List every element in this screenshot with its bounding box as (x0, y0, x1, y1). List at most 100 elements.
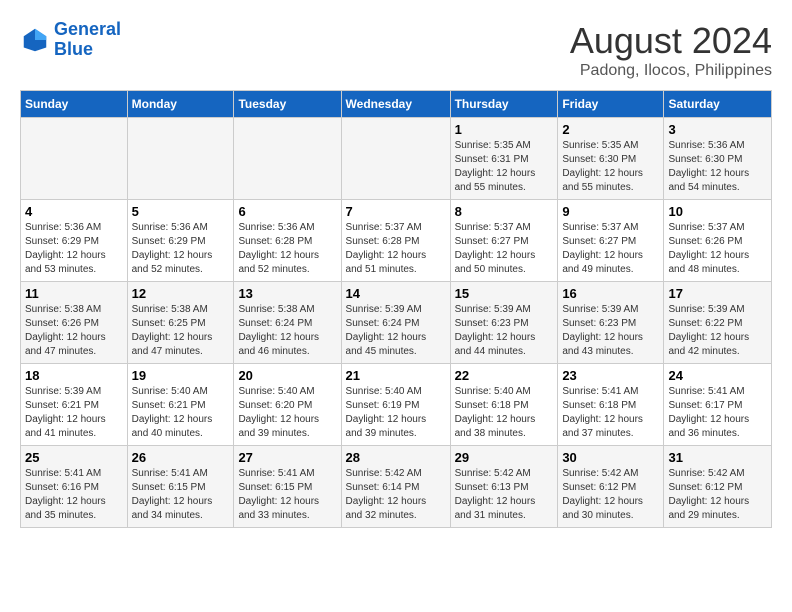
weekday-header: Saturday (664, 91, 772, 118)
calendar-day-cell: 21 Sunrise: 5:40 AM Sunset: 6:19 PM Dayli… (341, 364, 450, 446)
day-number: 25 (25, 450, 123, 465)
calendar-day-cell: 14Sunrise: 5:39 AM Sunset: 6:24 PM Dayli… (341, 282, 450, 364)
day-info: Sunrise: 5:37 AM Sunset: 6:27 PM Dayligh… (455, 221, 554, 277)
day-info: Sunrise: 5:42 AM Sunset: 6:12 PM Dayligh… (668, 467, 767, 523)
day-info: Sunrise: 5:40 AM Sunset: 6:20 PM Dayligh… (238, 385, 336, 441)
weekday-header: Monday (127, 91, 234, 118)
day-info: Sunrise: 5:35 AM Sunset: 6:30 PM Dayligh… (562, 139, 659, 195)
calendar-day-cell: 28 Sunrise: 5:42 AM Sunset: 6:14 PM Dayli… (341, 446, 450, 528)
day-info: Sunrise: 5:41 AM Sunset: 6:15 PM Dayligh… (238, 467, 336, 523)
day-number: 10 (668, 204, 767, 219)
calendar-day-cell: 10 Sunrise: 5:37 AM Sunset: 6:26 PM Dayli… (664, 200, 772, 282)
day-number: 1 (455, 122, 554, 137)
day-info: Sunrise: 5:41 AM Sunset: 6:15 PM Dayligh… (132, 467, 230, 523)
day-number: 12 (132, 286, 230, 301)
day-info: Sunrise: 5:37 AM Sunset: 6:26 PM Dayligh… (668, 221, 767, 277)
day-info: Sunrise: 5:42 AM Sunset: 6:12 PM Dayligh… (562, 467, 659, 523)
day-number: 18 (25, 368, 123, 383)
calendar-day-cell: 6Sunrise: 5:36 AM Sunset: 6:28 PM Daylig… (234, 200, 341, 282)
calendar-day-cell: 29Sunrise: 5:42 AM Sunset: 6:13 PM Dayli… (450, 446, 558, 528)
day-number: 8 (455, 204, 554, 219)
day-number: 26 (132, 450, 230, 465)
calendar-day-cell: 31Sunrise: 5:42 AM Sunset: 6:12 PM Dayli… (664, 446, 772, 528)
calendar-day-cell: 11 Sunrise: 5:38 AM Sunset: 6:26 PM Dayli… (21, 282, 128, 364)
calendar-day-cell: 27 Sunrise: 5:41 AM Sunset: 6:15 PM Dayli… (234, 446, 341, 528)
calendar-day-cell: 3 Sunrise: 5:36 AM Sunset: 6:30 PM Daylig… (664, 118, 772, 200)
calendar-day-cell: 13Sunrise: 5:38 AM Sunset: 6:24 PM Dayli… (234, 282, 341, 364)
day-number: 30 (562, 450, 659, 465)
calendar-day-cell (127, 118, 234, 200)
day-number: 13 (238, 286, 336, 301)
day-info: Sunrise: 5:40 AM Sunset: 6:21 PM Dayligh… (132, 385, 230, 441)
logo: General Blue (20, 20, 121, 60)
calendar-day-cell: 12 Sunrise: 5:38 AM Sunset: 6:25 PM Dayli… (127, 282, 234, 364)
page-title: August 2024 (570, 20, 772, 62)
day-number: 16 (562, 286, 659, 301)
day-info: Sunrise: 5:35 AM Sunset: 6:31 PM Dayligh… (455, 139, 554, 195)
day-info: Sunrise: 5:37 AM Sunset: 6:27 PM Dayligh… (562, 221, 659, 277)
calendar-table: SundayMondayTuesdayWednesdayThursdayFrid… (20, 90, 772, 528)
day-info: Sunrise: 5:37 AM Sunset: 6:28 PM Dayligh… (346, 221, 446, 277)
day-info: Sunrise: 5:41 AM Sunset: 6:17 PM Dayligh… (668, 385, 767, 441)
day-number: 3 (668, 122, 767, 137)
calendar-week-row: 4 Sunrise: 5:36 AM Sunset: 6:29 PM Daylig… (21, 200, 772, 282)
day-number: 23 (562, 368, 659, 383)
day-number: 7 (346, 204, 446, 219)
day-info: Sunrise: 5:36 AM Sunset: 6:29 PM Dayligh… (25, 221, 123, 277)
day-number: 17 (668, 286, 767, 301)
day-number: 4 (25, 204, 123, 219)
calendar-day-cell: 19 Sunrise: 5:40 AM Sunset: 6:21 PM Dayli… (127, 364, 234, 446)
day-number: 14 (346, 286, 446, 301)
calendar-day-cell: 5 Sunrise: 5:36 AM Sunset: 6:29 PM Daylig… (127, 200, 234, 282)
page-subtitle: Padong, Ilocos, Philippines (570, 62, 772, 80)
day-number: 20 (238, 368, 336, 383)
day-info: Sunrise: 5:36 AM Sunset: 6:30 PM Dayligh… (668, 139, 767, 195)
weekday-header-row: SundayMondayTuesdayWednesdayThursdayFrid… (21, 91, 772, 118)
calendar-day-cell: 25 Sunrise: 5:41 AM Sunset: 6:16 PM Dayli… (21, 446, 128, 528)
day-info: Sunrise: 5:39 AM Sunset: 6:23 PM Dayligh… (562, 303, 659, 359)
day-info: Sunrise: 5:39 AM Sunset: 6:23 PM Dayligh… (455, 303, 554, 359)
title-section: August 2024 Padong, Ilocos, Philippines (570, 20, 772, 80)
header: General Blue August 2024 Padong, Ilocos,… (20, 20, 772, 80)
day-number: 9 (562, 204, 659, 219)
calendar-day-cell: 2 Sunrise: 5:35 AM Sunset: 6:30 PM Daylig… (558, 118, 664, 200)
calendar-day-cell (21, 118, 128, 200)
day-info: Sunrise: 5:42 AM Sunset: 6:14 PM Dayligh… (346, 467, 446, 523)
day-number: 27 (238, 450, 336, 465)
calendar-day-cell: 20 Sunrise: 5:40 AM Sunset: 6:20 PM Dayli… (234, 364, 341, 446)
calendar-day-cell: 30 Sunrise: 5:42 AM Sunset: 6:12 PM Dayli… (558, 446, 664, 528)
day-info: Sunrise: 5:36 AM Sunset: 6:28 PM Dayligh… (238, 221, 336, 277)
calendar-day-cell: 1 Sunrise: 5:35 AM Sunset: 6:31 PM Daylig… (450, 118, 558, 200)
day-info: Sunrise: 5:42 AM Sunset: 6:13 PM Dayligh… (455, 467, 554, 523)
calendar-day-cell: 16 Sunrise: 5:39 AM Sunset: 6:23 PM Dayli… (558, 282, 664, 364)
calendar-day-cell: 9 Sunrise: 5:37 AM Sunset: 6:27 PM Daylig… (558, 200, 664, 282)
day-number: 2 (562, 122, 659, 137)
day-info: Sunrise: 5:36 AM Sunset: 6:29 PM Dayligh… (132, 221, 230, 277)
day-info: Sunrise: 5:41 AM Sunset: 6:16 PM Dayligh… (25, 467, 123, 523)
weekday-header: Tuesday (234, 91, 341, 118)
calendar-week-row: 1 Sunrise: 5:35 AM Sunset: 6:31 PM Daylig… (21, 118, 772, 200)
calendar-day-cell: 24 Sunrise: 5:41 AM Sunset: 6:17 PM Dayli… (664, 364, 772, 446)
calendar-day-cell: 4 Sunrise: 5:36 AM Sunset: 6:29 PM Daylig… (21, 200, 128, 282)
day-number: 11 (25, 286, 123, 301)
day-info: Sunrise: 5:38 AM Sunset: 6:26 PM Dayligh… (25, 303, 123, 359)
day-info: Sunrise: 5:41 AM Sunset: 6:18 PM Dayligh… (562, 385, 659, 441)
calendar-day-cell: 18 Sunrise: 5:39 AM Sunset: 6:21 PM Dayli… (21, 364, 128, 446)
weekday-header: Sunday (21, 91, 128, 118)
day-info: Sunrise: 5:38 AM Sunset: 6:25 PM Dayligh… (132, 303, 230, 359)
weekday-header: Friday (558, 91, 664, 118)
day-number: 19 (132, 368, 230, 383)
day-number: 5 (132, 204, 230, 219)
day-info: Sunrise: 5:40 AM Sunset: 6:19 PM Dayligh… (346, 385, 446, 441)
calendar-day-cell: 15 Sunrise: 5:39 AM Sunset: 6:23 PM Dayli… (450, 282, 558, 364)
day-info: Sunrise: 5:39 AM Sunset: 6:21 PM Dayligh… (25, 385, 123, 441)
calendar-day-cell: 8 Sunrise: 5:37 AM Sunset: 6:27 PM Daylig… (450, 200, 558, 282)
day-number: 28 (346, 450, 446, 465)
day-number: 15 (455, 286, 554, 301)
logo-text: General Blue (54, 20, 121, 60)
day-number: 24 (668, 368, 767, 383)
day-number: 21 (346, 368, 446, 383)
calendar-week-row: 11 Sunrise: 5:38 AM Sunset: 6:26 PM Dayli… (21, 282, 772, 364)
day-number: 22 (455, 368, 554, 383)
calendar-day-cell: 26 Sunrise: 5:41 AM Sunset: 6:15 PM Dayli… (127, 446, 234, 528)
